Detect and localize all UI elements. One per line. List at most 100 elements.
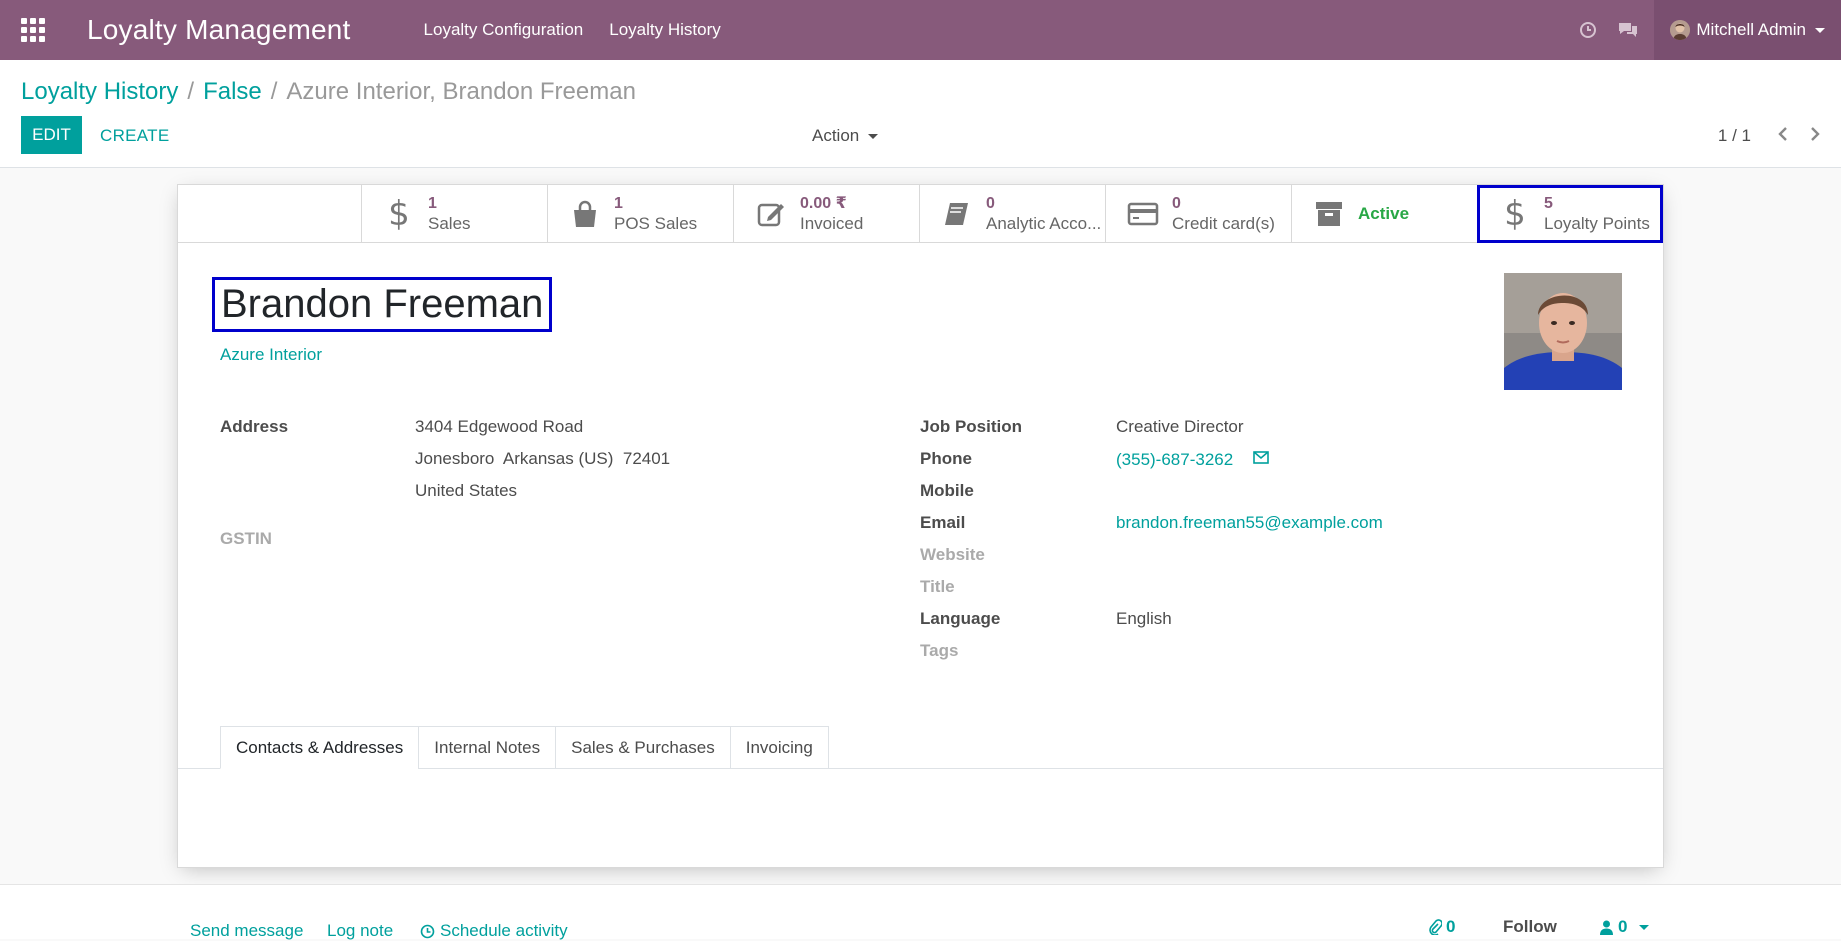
followers-button[interactable]: 0 [1600,917,1650,937]
gstin-label: GSTIN [220,529,272,548]
schedule-activity-label: Schedule activity [440,921,568,940]
chevron-down-icon [868,133,879,139]
edit-button[interactable]: EDIT [21,116,82,154]
chatter-bar: Send message Log note Schedule activity … [0,884,1841,941]
chevron-left-icon [1778,127,1787,141]
apps-menu-button[interactable] [0,0,66,60]
pos-sales-count: 1 [614,195,623,212]
chevron-right-icon [1811,127,1820,141]
address-street: 3404 Edgewood Road [415,417,584,436]
book-icon [940,197,974,231]
pager-previous-button[interactable] [1773,122,1793,146]
pencil-square-icon [754,197,788,231]
sales-stat-button[interactable]: $ 1 Sales [361,185,547,243]
tags-label: Tags [920,641,959,660]
archive-icon [1312,197,1346,231]
pos-sales-stat-button[interactable]: 1 POS Sales [547,185,733,243]
job-position-label: Job Position [920,417,1022,436]
partner-name-box: Brandon Freeman [212,277,553,332]
sms-envelope-icon[interactable] [1253,451,1271,465]
chevron-down-icon [1815,27,1825,33]
attachments-button[interactable]: 0 [1428,917,1455,937]
tab-sales-purchases[interactable]: Sales & Purchases [555,726,731,769]
control-panel: Loyalty History / False / Azure Interior… [0,60,1841,168]
invoiced-amount: 0.00 ₹ [800,195,847,212]
job-position-value: Creative Director [1116,417,1244,436]
invoiced-stat-button[interactable]: 0.00 ₹ Invoiced [733,185,919,243]
action-dropdown[interactable]: Action [812,126,879,146]
user-avatar [1670,20,1691,40]
language-label: Language [920,609,1001,628]
paperclip-icon [1429,919,1442,935]
parent-company-link[interactable]: Azure Interior [220,345,322,365]
loyalty-points-count: 5 [1544,195,1553,212]
dollar-icon: $ [1498,197,1532,231]
log-note-button[interactable]: Log note [327,921,393,941]
navbar-systray: Mitchell Admin [1568,0,1841,60]
partner-avatar [1504,273,1622,390]
clock-icon [420,924,435,938]
apps-grid-icon [21,18,45,42]
attachments-count: 0 [1446,917,1456,936]
email-link[interactable]: brandon.freeman55@example.com [1116,513,1383,533]
email-label: Email [920,513,966,532]
address-label: Address [220,417,289,436]
mobile-label: Mobile [920,481,974,500]
sales-label: Sales [428,214,471,233]
action-label: Action [812,126,860,145]
menu-loyalty-history[interactable]: Loyalty History [609,20,720,40]
messaging-chat-icon[interactable] [1608,0,1648,60]
credit-cards-count: 0 [1172,195,1181,212]
active-status-label: Active [1358,204,1410,223]
phone-label: Phone [920,449,972,468]
analytic-accounts-label: Analytic Acco... [986,214,1102,233]
credit-cards-stat-button[interactable]: 0 Credit card(s) [1105,185,1291,243]
top-navbar: Loyalty Management Loyalty Configuration… [0,0,1841,60]
notebook-tabs: Contacts & Addresses Internal Notes Sale… [220,726,829,769]
user-icon [1600,920,1613,935]
loyalty-points-label: Loyalty Points [1544,214,1650,233]
user-menu[interactable]: Mitchell Admin [1654,0,1841,60]
breadcrumb-separator: / [187,78,195,105]
invoiced-label: Invoiced [800,214,864,233]
tab-internal-notes[interactable]: Internal Notes [418,726,557,769]
tab-contacts-addresses[interactable]: Contacts & Addresses [220,726,420,769]
schedule-activity-button[interactable]: Schedule activity [420,921,568,941]
active-toggle-button[interactable]: Active [1291,185,1477,243]
menu-loyalty-configuration[interactable]: Loyalty Configuration [424,20,584,40]
user-name: Mitchell Admin [1696,20,1806,39]
follow-button[interactable]: Follow [1503,917,1557,937]
form-sheet: $ 1 Sales 1 POS Sales 0.00 ₹ Invoiced 0 … [177,184,1664,868]
address-country: United States [415,481,518,500]
app-title: Loyalty Management [87,14,351,45]
svg-text:$: $ [388,197,410,231]
website-label: Website [920,545,985,564]
loyalty-points-stat-button[interactable]: $ 5 Loyalty Points [1477,185,1663,243]
credit-cards-label: Credit card(s) [1172,214,1275,233]
breadcrumb-separator: / [270,78,278,105]
breadcrumb-false[interactable]: False [203,78,262,106]
address-city-state-zip: Jonesboro Arkansas (US) 72401 [415,449,671,468]
followers-count: 0 [1618,917,1628,936]
tab-invoicing[interactable]: Invoicing [729,726,829,769]
svg-text:$: $ [1504,197,1526,231]
activity-clock-icon[interactable] [1568,0,1608,60]
pos-sales-label: POS Sales [614,214,698,233]
smart-button-box: $ 1 Sales 1 POS Sales 0.00 ₹ Invoiced 0 … [178,185,1663,243]
title-label: Title [920,577,955,596]
phone-link[interactable]: (355)-687-3262 [1116,450,1233,470]
analytic-accounts-stat-button[interactable]: 0 Analytic Acco... [919,185,1105,243]
send-message-button[interactable]: Send message [190,921,303,941]
dollar-icon: $ [382,197,416,231]
breadcrumb: Loyalty History / False / Azure Interior… [21,78,636,106]
partner-name: Brandon Freeman [221,282,544,326]
create-button[interactable]: CREATE [100,126,170,146]
pager-next-button[interactable] [1805,122,1825,146]
pager-value: 1 / 1 [1717,126,1751,145]
sales-count: 1 [428,195,437,212]
breadcrumb-current: Azure Interior, Brandon Freeman [286,78,636,105]
breadcrumb-loyalty-history[interactable]: Loyalty History [21,78,178,106]
chevron-down-icon [1639,924,1650,930]
language-value: English [1116,609,1172,628]
analytic-accounts-count: 0 [986,195,995,212]
